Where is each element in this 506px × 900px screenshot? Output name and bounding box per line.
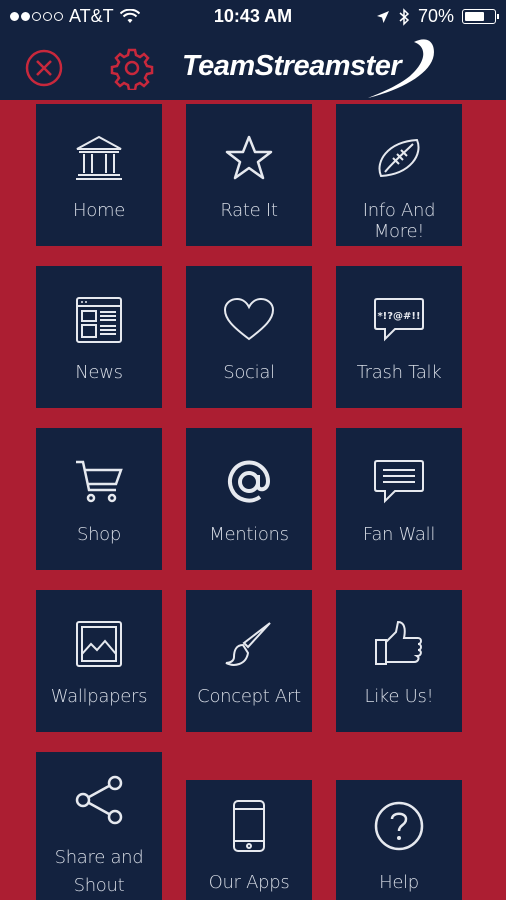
star-icon xyxy=(219,132,279,184)
status-indicators: 70% xyxy=(376,6,499,27)
tile-label: Help xyxy=(379,872,419,893)
phone-icon xyxy=(219,800,279,852)
tile-concept-art[interactable]: Concept Art xyxy=(186,590,312,732)
tile-label: Fan Wall xyxy=(362,524,436,545)
battery-icon xyxy=(462,9,499,24)
help-icon xyxy=(369,800,429,852)
shopping-cart-icon xyxy=(69,456,129,508)
bluetooth-icon xyxy=(399,7,410,26)
thumbs-up-icon xyxy=(369,618,429,670)
tile-label: Like Us! xyxy=(364,686,434,707)
close-button[interactable] xyxy=(24,48,64,88)
status-bar: AT&T 10:43 AM 70% xyxy=(0,0,506,34)
tile-label: Rate It xyxy=(220,200,278,221)
football-icon xyxy=(369,132,429,184)
tile-shop[interactable]: Shop xyxy=(36,428,162,570)
gear-icon xyxy=(110,48,154,90)
tile-label: Shop xyxy=(76,524,122,545)
tile-label: Info And More! xyxy=(362,200,436,242)
image-icon xyxy=(69,618,129,670)
tile-wallpapers[interactable]: Wallpapers xyxy=(36,590,162,732)
tile-trash-talk[interactable]: *!?@#!! Trash Talk xyxy=(336,266,462,408)
tile-label: Concept Art xyxy=(197,686,301,707)
tile-label: Wallpapers xyxy=(50,686,148,707)
tile-fan-wall[interactable]: Fan Wall xyxy=(336,428,462,570)
speech-bubble-text: *!?@#!! xyxy=(377,311,420,322)
app-header: AT&T 10:43 AM 70% TeamStreamster xyxy=(0,0,506,100)
tile-label: News xyxy=(75,362,123,383)
tile-mentions[interactable]: Mentions xyxy=(186,428,312,570)
tile-share-and-shout[interactable]: Share and Shout xyxy=(36,752,162,900)
tile-label: Our Apps xyxy=(208,872,290,893)
tile-rate-it[interactable]: Rate It xyxy=(186,104,312,246)
heart-icon xyxy=(219,294,279,346)
location-arrow-icon xyxy=(376,10,389,23)
tile-label: Trash Talk xyxy=(356,362,442,383)
tile-info-and-more[interactable]: Info And More! xyxy=(336,104,462,246)
tile-label: Home xyxy=(73,200,125,221)
tile-our-apps[interactable]: Our Apps xyxy=(186,780,312,900)
settings-button[interactable] xyxy=(110,46,154,90)
tile-label: Social xyxy=(223,362,275,383)
tile-label-line2: Shout xyxy=(73,875,125,896)
newspaper-icon xyxy=(69,294,129,346)
share-icon xyxy=(69,774,129,826)
tile-news[interactable]: News xyxy=(36,266,162,408)
tile-label-line1: Share and xyxy=(54,847,144,868)
at-sign-icon xyxy=(219,456,279,508)
tile-like-us[interactable]: Like Us! xyxy=(336,590,462,732)
logo-text: TeamStreamster xyxy=(182,50,402,82)
message-icon xyxy=(369,456,429,508)
paintbrush-icon xyxy=(219,618,279,670)
tile-social[interactable]: Social xyxy=(186,266,312,408)
tile-label: Share and Shout xyxy=(36,844,162,900)
tile-label: Mentions xyxy=(209,524,289,545)
speech-bubble-icon: *!?@#!! xyxy=(369,294,429,346)
home-icon xyxy=(69,132,129,184)
close-circle-icon xyxy=(25,49,63,87)
app-logo: TeamStreamster xyxy=(178,38,440,100)
tile-help[interactable]: Help xyxy=(336,780,462,900)
tile-home[interactable]: Home xyxy=(36,104,162,246)
battery-percent: 70% xyxy=(417,6,454,26)
